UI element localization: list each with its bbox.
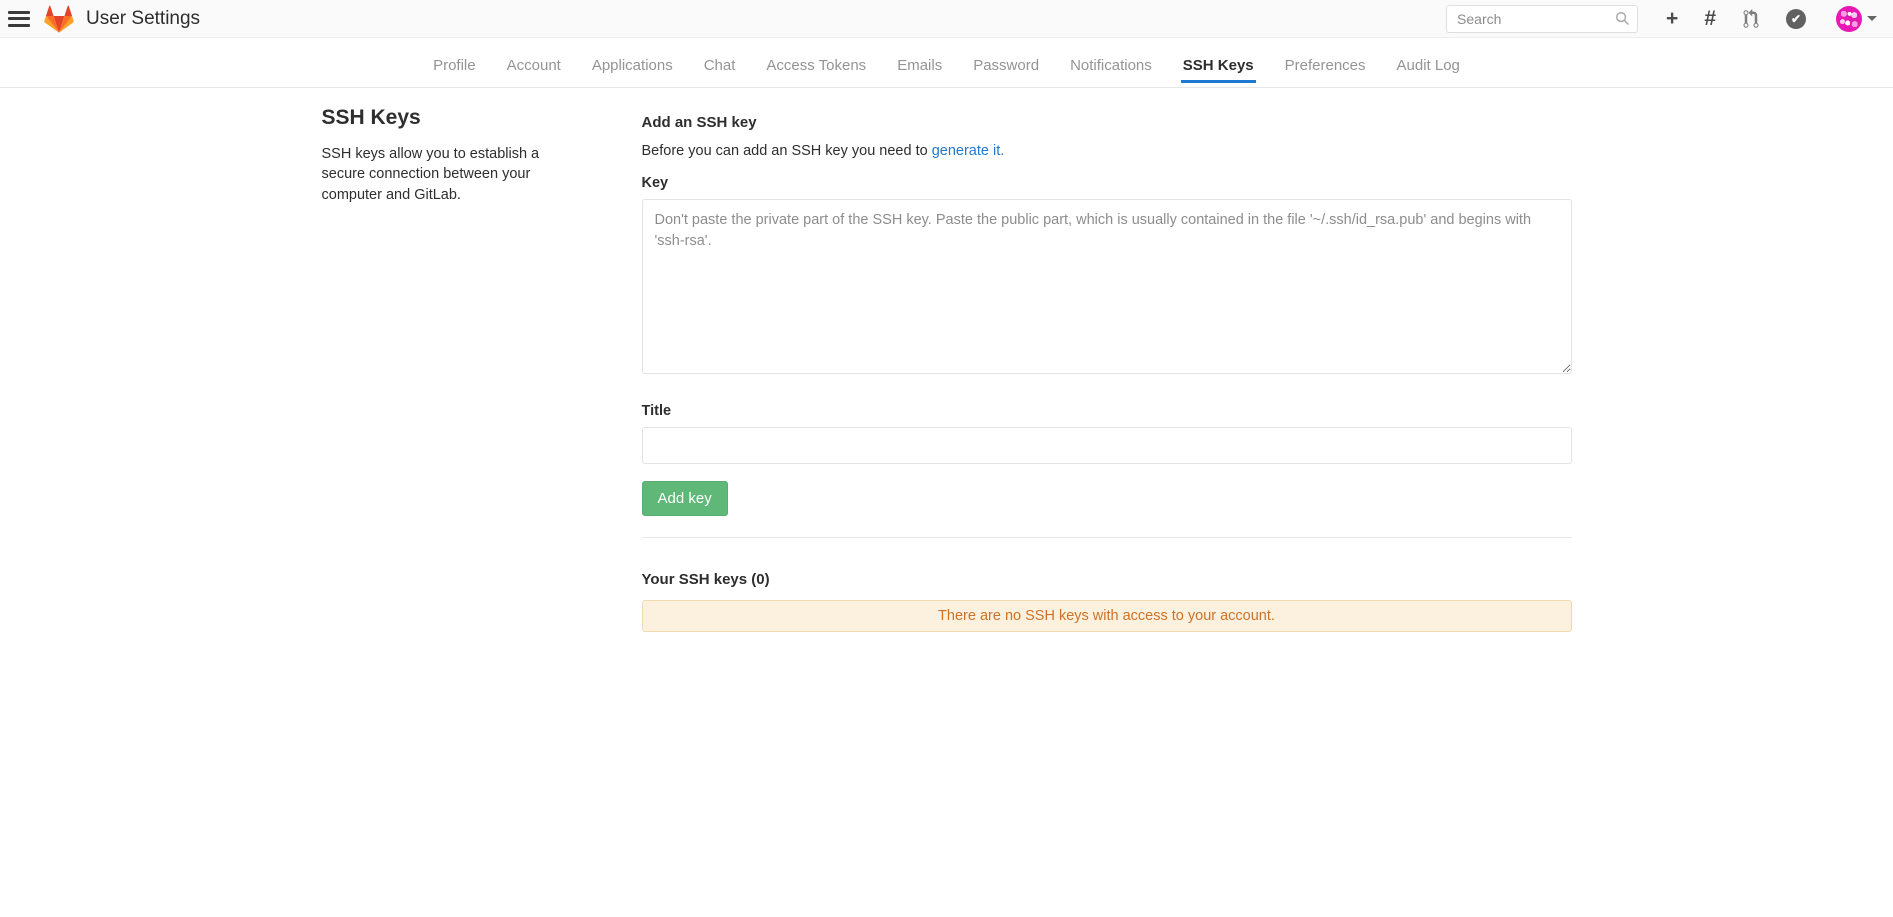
tab-preferences[interactable]: Preferences: [1283, 38, 1368, 83]
ssh-key-form-area: Add an SSH key Before you can add an SSH…: [642, 106, 1572, 632]
menu-icon[interactable]: [8, 11, 30, 27]
settings-tabs: Profile Account Applications Chat Access…: [0, 38, 1893, 87]
search-container: [1446, 5, 1638, 33]
title-field-label: Title: [642, 403, 1572, 419]
generate-key-hint: Before you can add an SSH key you need t…: [642, 143, 1572, 159]
tab-ssh-keys[interactable]: SSH Keys: [1181, 38, 1256, 83]
tab-chat[interactable]: Chat: [702, 38, 738, 83]
new-plus-icon[interactable]: +: [1666, 8, 1678, 29]
page-title: User Settings: [86, 8, 200, 30]
no-keys-warning-banner: There are no SSH keys with access to you…: [642, 600, 1572, 632]
section-description: SSH Keys SSH keys allow you to establish…: [322, 106, 642, 632]
tab-notifications[interactable]: Notifications: [1068, 38, 1154, 83]
user-menu[interactable]: [1836, 6, 1877, 32]
gitlab-logo-icon[interactable]: [44, 5, 74, 33]
section-divider: [642, 537, 1572, 538]
todos-check-icon[interactable]: ✔: [1786, 9, 1806, 29]
tab-emails[interactable]: Emails: [895, 38, 944, 83]
avatar[interactable]: [1836, 6, 1862, 32]
section-heading: SSH Keys: [322, 106, 580, 130]
add-key-button[interactable]: Add key: [642, 481, 728, 516]
tab-account[interactable]: Account: [505, 38, 563, 83]
search-icon: [1615, 11, 1630, 26]
generate-key-hint-text: Before you can add an SSH key you need t…: [642, 143, 932, 159]
tab-access-tokens[interactable]: Access Tokens: [764, 38, 868, 83]
issues-hash-icon[interactable]: #: [1704, 8, 1716, 29]
tab-profile[interactable]: Profile: [431, 38, 478, 83]
tab-password[interactable]: Password: [971, 38, 1041, 83]
section-description-text: SSH keys allow you to establish a secure…: [322, 144, 580, 205]
tab-audit-log[interactable]: Audit Log: [1395, 38, 1462, 83]
top-header-bar: User Settings + # ✔: [0, 0, 1893, 38]
generate-it-link[interactable]: generate it.: [932, 143, 1005, 159]
merge-request-icon[interactable]: [1742, 9, 1760, 29]
ssh-keys-page: SSH Keys SSH keys allow you to establish…: [322, 88, 1572, 632]
add-ssh-key-heading: Add an SSH key: [642, 114, 1572, 131]
caret-down-icon: [1867, 16, 1877, 21]
tab-applications[interactable]: Applications: [590, 38, 675, 83]
key-field-label: Key: [642, 175, 1572, 191]
search-input[interactable]: [1446, 5, 1638, 33]
your-ssh-keys-heading: Your SSH keys (0): [642, 571, 1572, 588]
key-title-input[interactable]: [642, 427, 1572, 464]
ssh-key-textarea[interactable]: [642, 199, 1572, 374]
settings-tabs-bar: Profile Account Applications Chat Access…: [0, 38, 1893, 88]
